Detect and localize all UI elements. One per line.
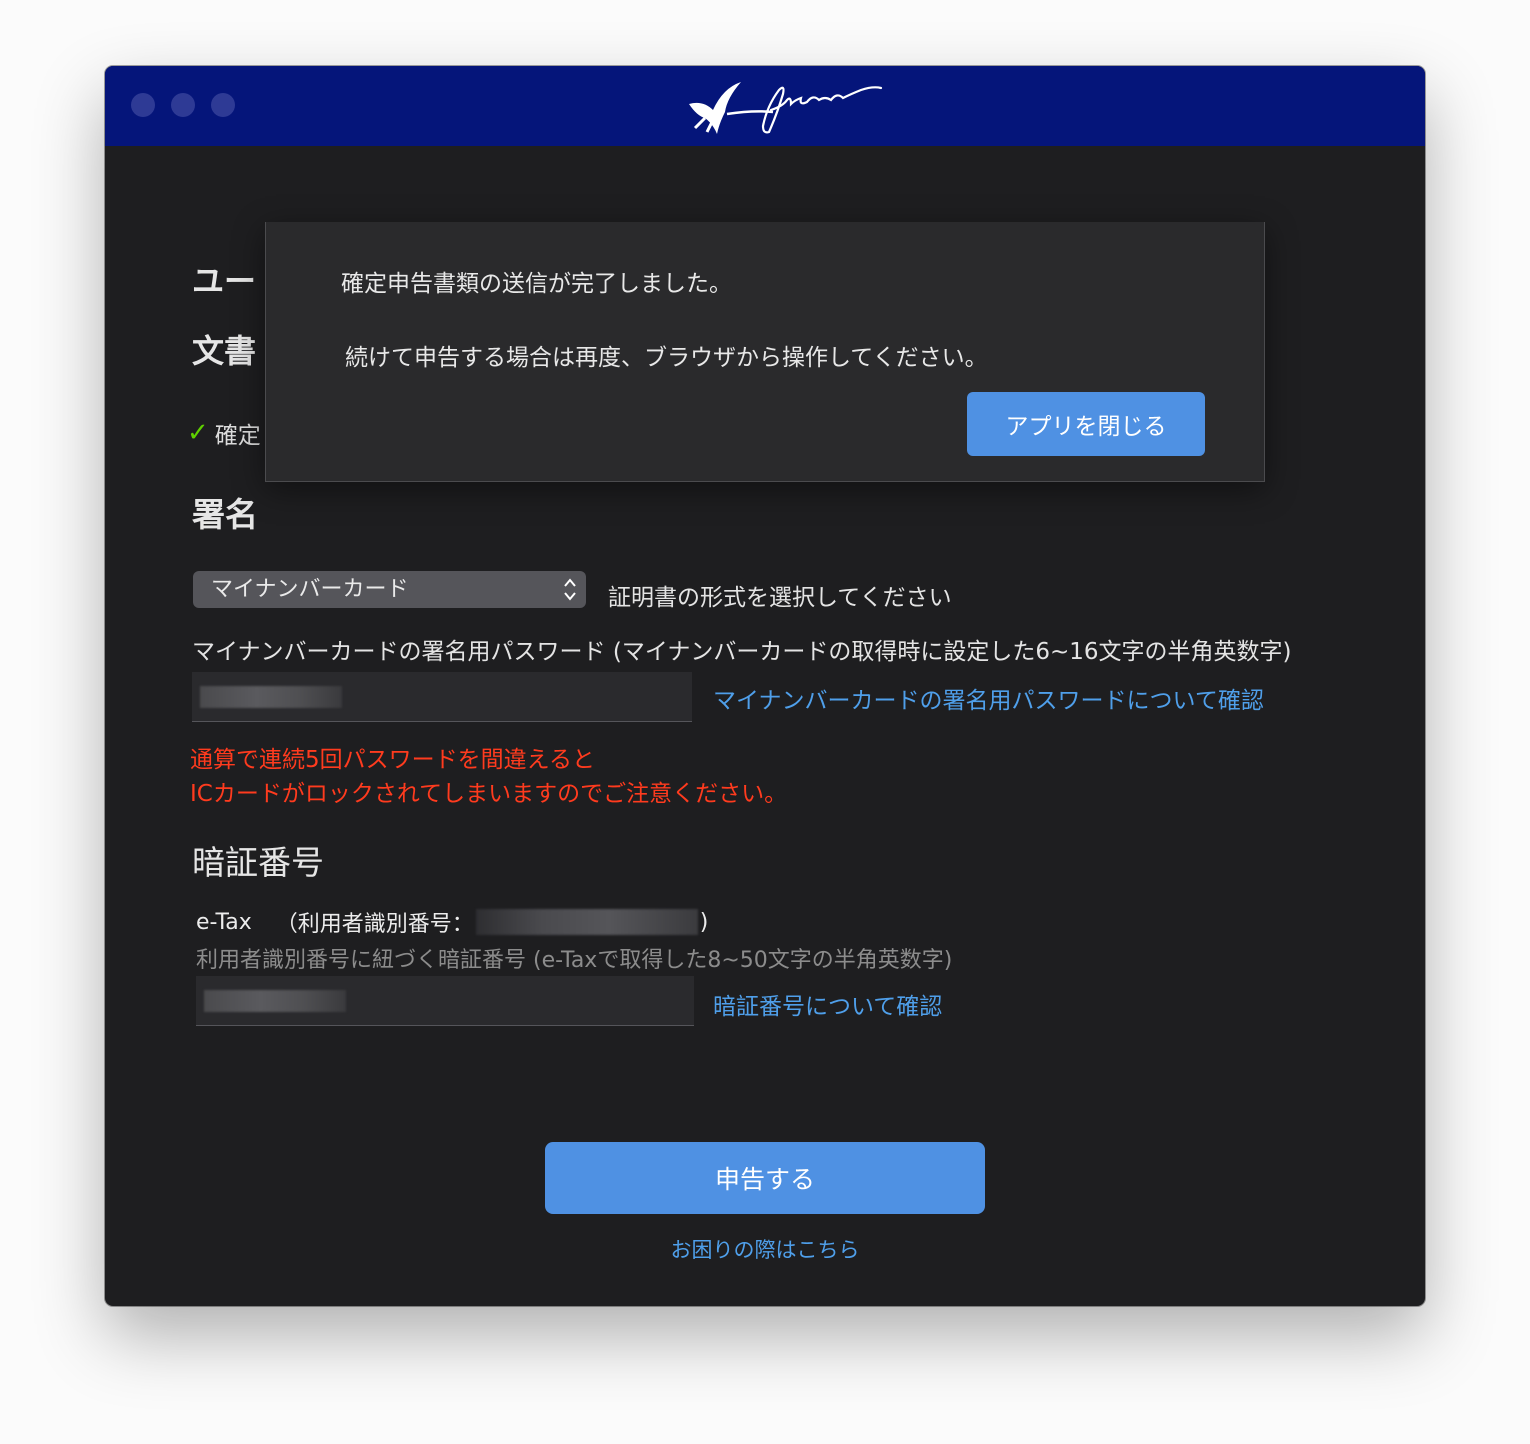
- cert-type-select[interactable]: マイナンバーカード: [193, 571, 586, 608]
- main-content: ユー 文書 ✓ 確定 署名 マイナンバーカード 証明書の形式を選択してください …: [105, 146, 1425, 1306]
- pin-input[interactable]: [196, 976, 694, 1026]
- help-link[interactable]: お困りの際はこちら: [105, 1234, 1425, 1264]
- zoom-window-dot[interactable]: [211, 93, 235, 117]
- pin-hint: 利用者識別番号に紐づく暗証番号 (e-Taxで取得した8~50文字の半角英数字): [196, 948, 953, 973]
- chevron-updown-icon: [564, 578, 576, 601]
- masked-user-id: [475, 909, 698, 935]
- confirm-row: ✓ 確定: [187, 416, 261, 450]
- user-id-prefix: （利用者識別番号：: [275, 912, 474, 937]
- pin-heading: 暗証番号: [192, 843, 324, 882]
- document-heading: 文書: [192, 332, 257, 370]
- masked-pin: [204, 990, 346, 1012]
- close-app-button[interactable]: アプリを閉じる: [967, 392, 1205, 456]
- lock-warning: 通算で連続5回パスワードを間違えると ICカードがロックされてしまいますのでご注…: [190, 743, 787, 811]
- etax-label: e-Tax: [196, 909, 252, 935]
- user-id-suffix: ): [699, 909, 709, 935]
- warning-line-1: 通算で連続5回パスワードを間違えると: [190, 747, 595, 773]
- titlebar[interactable]: [105, 66, 1425, 146]
- freee-logo: [689, 82, 883, 134]
- warning-line-2: ICカードがロックされてしまいますのでご注意ください。: [190, 781, 788, 807]
- submit-button[interactable]: 申告する: [545, 1142, 985, 1214]
- password-help-link[interactable]: マイナンバーカードの署名用パスワードについて確認: [713, 681, 1264, 715]
- pin-help-link[interactable]: 暗証番号について確認: [713, 987, 942, 1021]
- etax-row: e-Tax （利用者識別番号： ): [196, 906, 708, 938]
- confirm-text: 確定: [214, 423, 261, 449]
- password-label: マイナンバーカードの署名用パスワード (マイナンバーカードの取得時に設定した6~…: [192, 639, 1292, 665]
- close-window-dot[interactable]: [131, 93, 155, 117]
- check-icon: ✓: [187, 418, 209, 448]
- signature-heading: 署名: [192, 495, 258, 534]
- password-input[interactable]: [192, 672, 692, 722]
- cert-type-hint: 証明書の形式を選択してください: [608, 585, 952, 611]
- masked-password: [200, 686, 342, 708]
- dialog-message-2: 続けて申告する場合は再度、ブラウザから操作してください。: [345, 345, 988, 371]
- cert-type-selected: マイナンバーカード: [211, 577, 409, 602]
- dialog-message-1: 確定申告書類の送信が完了しました。: [341, 271, 732, 297]
- completion-dialog: 確定申告書類の送信が完了しました。 続けて申告する場合は再度、ブラウザから操作し…: [265, 222, 1265, 482]
- minimize-window-dot[interactable]: [171, 93, 195, 117]
- app-window: ユー 文書 ✓ 確定 署名 マイナンバーカード 証明書の形式を選択してください …: [105, 66, 1425, 1306]
- user-heading: ユー: [192, 262, 257, 300]
